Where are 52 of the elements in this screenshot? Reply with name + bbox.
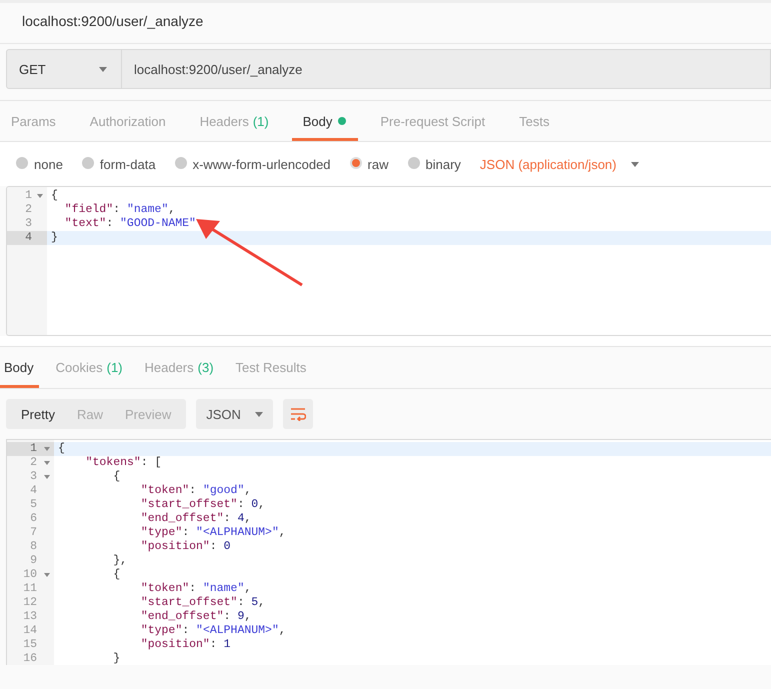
code-line: {: [58, 442, 65, 455]
code-line: "end_offset": 4,: [140, 512, 252, 525]
line-number: 10: [23, 568, 37, 581]
line-number: 3: [30, 470, 37, 483]
code-line: "text": "GOOD-NAME": [64, 217, 196, 230]
line-number: 4: [30, 484, 37, 497]
code-line: "start_offset": 5,: [140, 596, 266, 609]
code-line: }: [51, 231, 58, 244]
line-number: 7: [30, 526, 37, 539]
code-line: "end_offset": 9,: [140, 610, 252, 623]
line-number: 3: [25, 217, 32, 230]
wrap-icon: [290, 407, 306, 421]
line-number: 1: [30, 442, 37, 455]
line-number: 6: [30, 512, 37, 525]
line-number: 8: [30, 540, 37, 553]
code-line: "token": "name",: [140, 582, 252, 595]
code-line: }: [112, 652, 120, 665]
line-number: 9: [30, 554, 37, 567]
url-field[interactable]: localhost:9200/user/_analyze: [122, 49, 771, 89]
window-title: localhost:9200/user/_analyze: [22, 13, 204, 29]
code-line: "position": 1: [140, 638, 231, 651]
line-number: 4: [25, 231, 32, 244]
code-line: "position": 0: [140, 540, 231, 553]
view-mode-button[interactable]: Pretty: [10, 406, 66, 422]
line-number: 14: [23, 624, 37, 637]
radio-option[interactable]: binary: [408, 156, 461, 172]
line-number: 5: [30, 498, 37, 511]
line-number: 15: [23, 638, 37, 651]
line-number: 12: [23, 596, 37, 609]
code-line: {: [112, 470, 120, 483]
code-line: "start_offset": 0,: [140, 498, 266, 511]
line-number: 13: [23, 610, 37, 623]
radio-option[interactable]: none: [16, 156, 63, 172]
line-number: 16: [23, 652, 37, 665]
line-number: 2: [25, 203, 32, 216]
radio-option[interactable]: raw: [350, 156, 388, 172]
line-number: 1: [25, 189, 32, 202]
code-line: "type": "<ALPHANUM>",: [140, 526, 286, 539]
format-dropdown[interactable]: JSON: [196, 399, 273, 429]
code-line: {: [51, 189, 58, 202]
code-line: {: [112, 568, 120, 581]
method-dropdown[interactable]: GET: [6, 49, 122, 89]
radio-option[interactable]: form-data: [82, 156, 156, 172]
wrap-lines-button[interactable]: [282, 399, 313, 429]
code-line: },: [112, 554, 128, 567]
code-line: "field": "name",: [64, 203, 176, 216]
radio-option[interactable]: x-www-form-urlencoded: [174, 156, 331, 172]
line-number: 2: [30, 456, 37, 469]
code-line: "tokens": [: [84, 456, 162, 469]
code-line: "type": "<ALPHANUM>",: [140, 624, 286, 637]
code-line: "token": "good",: [140, 484, 252, 497]
line-number: 11: [23, 582, 37, 595]
